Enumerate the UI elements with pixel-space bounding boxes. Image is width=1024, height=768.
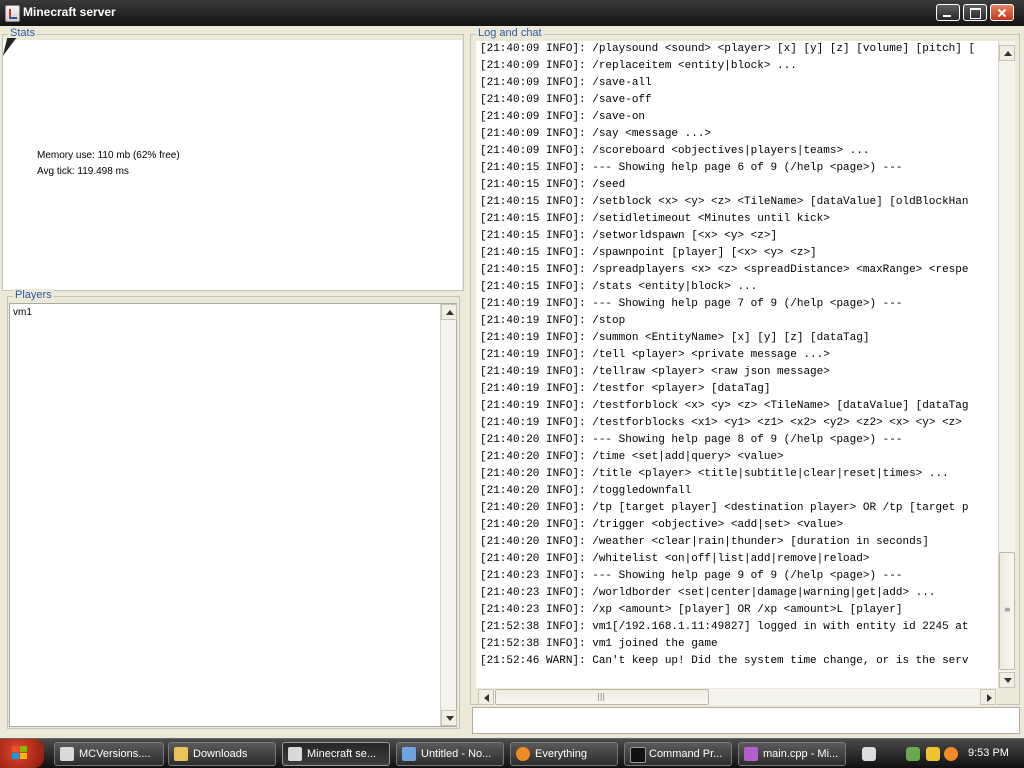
folder-icon — [174, 747, 188, 761]
log-line: [21:40:19 INFO]: /tellraw <player> <raw … — [480, 366, 830, 378]
log-scroll-up-button[interactable] — [999, 45, 1015, 61]
log-line: [21:40:23 INFO]: --- Showing help page 9… — [480, 570, 903, 582]
search-icon[interactable] — [944, 747, 958, 761]
log-line: [21:40:09 INFO]: /save-off — [480, 94, 652, 106]
log-hscroll-thumb[interactable]: ||| — [495, 689, 709, 705]
log-line: [21:40:09 INFO]: /replaceitem <entity|bl… — [480, 60, 797, 72]
log-group-title: Log and chat — [476, 27, 544, 39]
players-group-title: Players — [13, 289, 54, 301]
log-line: [21:40:15 INFO]: /setidletimeout <Minute… — [480, 213, 830, 225]
grip-icon: ≡ — [1004, 605, 1011, 614]
arrow-down-icon — [1004, 678, 1012, 683]
notepad-icon — [402, 747, 416, 761]
tray-app-icon[interactable] — [926, 747, 940, 761]
log-line: [21:40:20 INFO]: /toggledownfall — [480, 485, 692, 497]
log-scroll-left-button[interactable] — [478, 689, 494, 705]
taskbar-item-everything[interactable]: Everything — [510, 742, 618, 766]
log-line: [21:40:23 INFO]: /xp <amount> [player] O… — [480, 604, 903, 616]
log-line: [21:40:20 INFO]: /tp [target player] <de… — [480, 502, 969, 514]
minecraft-server-window: Minecraft server Stats Memory use: 110 m… — [0, 0, 1024, 738]
cmd-icon — [630, 747, 646, 763]
log-line: [21:40:15 INFO]: /spreadplayers <x> <z> … — [480, 264, 969, 276]
stats-text: Memory use: 110 mb (62% free) Avg tick: … — [37, 148, 180, 180]
log-line: [21:40:09 INFO]: /save-on — [480, 111, 646, 123]
java-icon — [60, 747, 74, 761]
log-line: [21:40:15 INFO]: /seed — [480, 179, 626, 191]
arrow-left-icon — [484, 694, 489, 702]
taskbar-item-command-prompt[interactable]: Command Pr... — [624, 742, 732, 766]
log-line: [21:40:19 INFO]: --- Showing help page 7… — [480, 298, 903, 310]
memory-use-label: Memory use: 110 mb (62% free) — [37, 150, 180, 161]
log-line: [21:40:20 INFO]: /trigger <objective> <a… — [480, 519, 844, 531]
log-line: [21:40:15 INFO]: /stats <entity|block> .… — [480, 281, 758, 293]
java-icon — [288, 747, 302, 761]
log-line: [21:40:20 INFO]: /whitelist <on|off|list… — [480, 553, 870, 565]
visual-studio-icon — [744, 747, 758, 761]
arrow-right-icon — [987, 694, 992, 702]
log-line: [21:40:20 INFO]: /weather <clear|rain|th… — [480, 536, 929, 548]
log-line: [21:40:20 INFO]: --- Showing help page 8… — [480, 434, 903, 446]
log-vertical-scrollbar[interactable]: ≡ — [998, 41, 1015, 688]
log-line: [21:40:15 INFO]: /setworldspawn [<x> <y>… — [480, 230, 778, 242]
log-line: [21:40:20 INFO]: /title <player> <title|… — [480, 468, 949, 480]
log-line: [21:40:15 INFO]: /setblock <x> <y> <z> <… — [480, 196, 969, 208]
log-scroll-down-button[interactable] — [999, 672, 1015, 688]
arrow-down-icon — [446, 716, 454, 721]
grip-icon: ||| — [597, 692, 606, 701]
taskbar-item-downloads[interactable]: Downloads — [168, 742, 276, 766]
taskbar-clock[interactable]: 9:53 PM — [968, 747, 1009, 759]
log-line: [21:40:15 INFO]: /spawnpoint [player] [<… — [480, 247, 817, 259]
log-line: [21:52:38 INFO]: vm1 joined the game — [480, 638, 718, 650]
java-icon — [5, 5, 20, 22]
log-line: [21:52:38 INFO]: vm1[/192.168.1.11:49827… — [480, 621, 969, 633]
windows-logo-icon — [12, 746, 28, 760]
log-line: [21:40:19 INFO]: /tell <player> <private… — [480, 349, 830, 361]
log-text-area[interactable]: [21:40:09 INFO]: /playsound <sound> <pla… — [476, 41, 998, 688]
maximize-button[interactable] — [963, 4, 987, 21]
avg-tick-label: Avg tick: 119.498 ms — [37, 166, 129, 177]
log-line: [21:40:15 INFO]: --- Showing help page 6… — [480, 162, 903, 174]
window-title: Minecraft server — [23, 5, 116, 19]
log-line: [21:40:19 INFO]: /testforblock <x> <y> <… — [480, 400, 969, 412]
log-line: [21:40:09 INFO]: /playsound <sound> <pla… — [480, 43, 976, 55]
log-line: [21:40:19 INFO]: /stop — [480, 315, 626, 327]
player-list-item[interactable]: vm1 — [13, 307, 32, 318]
players-list[interactable]: vm1 — [9, 303, 457, 727]
taskbar-item-mcversions[interactable]: MCVersions.... — [54, 742, 164, 766]
log-line: [21:40:09 INFO]: /say <message ...> — [480, 128, 712, 140]
network-icon[interactable] — [906, 747, 920, 761]
minimize-button[interactable] — [936, 4, 960, 21]
log-line: [21:40:09 INFO]: /scoreboard <objectives… — [480, 145, 870, 157]
log-line: [21:40:19 INFO]: /testfor <player> [data… — [480, 383, 771, 395]
log-lines: [21:40:09 INFO]: /playsound <sound> <pla… — [476, 41, 998, 670]
log-line: [21:40:19 INFO]: /summon <EntityName> [x… — [480, 332, 870, 344]
taskbar-item-minecraft-server[interactable]: Minecraft se... — [282, 742, 390, 766]
arrow-up-icon — [446, 310, 454, 315]
taskbar-item-notepad[interactable]: Untitled - No... — [396, 742, 504, 766]
log-line: [21:40:19 INFO]: /testforblocks <x1> <y1… — [480, 417, 962, 429]
stats-panel: Memory use: 110 mb (62% free) Avg tick: … — [3, 40, 462, 290]
log-horizontal-scrollbar[interactable]: ||| — [478, 689, 997, 705]
scroll-up-button[interactable] — [441, 304, 457, 320]
log-line: [21:40:09 INFO]: /save-all — [480, 77, 652, 89]
keyboard-icon[interactable] — [862, 747, 876, 761]
arrow-up-icon — [1004, 51, 1012, 56]
command-input[interactable] — [472, 707, 1020, 734]
log-line: [21:40:23 INFO]: /worldborder <set|cente… — [480, 587, 936, 599]
log-line: [21:52:46 WARN]: Can't keep up! Did the … — [480, 655, 969, 667]
taskbar: MCVersions.... Downloads Minecraft se...… — [0, 738, 1024, 768]
log-line: [21:40:20 INFO]: /time <set|add|query> <… — [480, 451, 784, 463]
taskbar-item-visual-studio[interactable]: main.cpp - Mi... — [738, 742, 846, 766]
start-button[interactable] — [0, 739, 44, 768]
close-button[interactable] — [990, 4, 1014, 21]
log-scroll-right-button[interactable] — [980, 689, 996, 705]
log-scroll-thumb[interactable]: ≡ — [999, 552, 1015, 670]
players-scrollbar[interactable] — [440, 304, 457, 726]
title-bar[interactable]: Minecraft server — [0, 0, 1024, 26]
scroll-down-button[interactable] — [441, 710, 457, 726]
search-icon — [516, 747, 530, 761]
